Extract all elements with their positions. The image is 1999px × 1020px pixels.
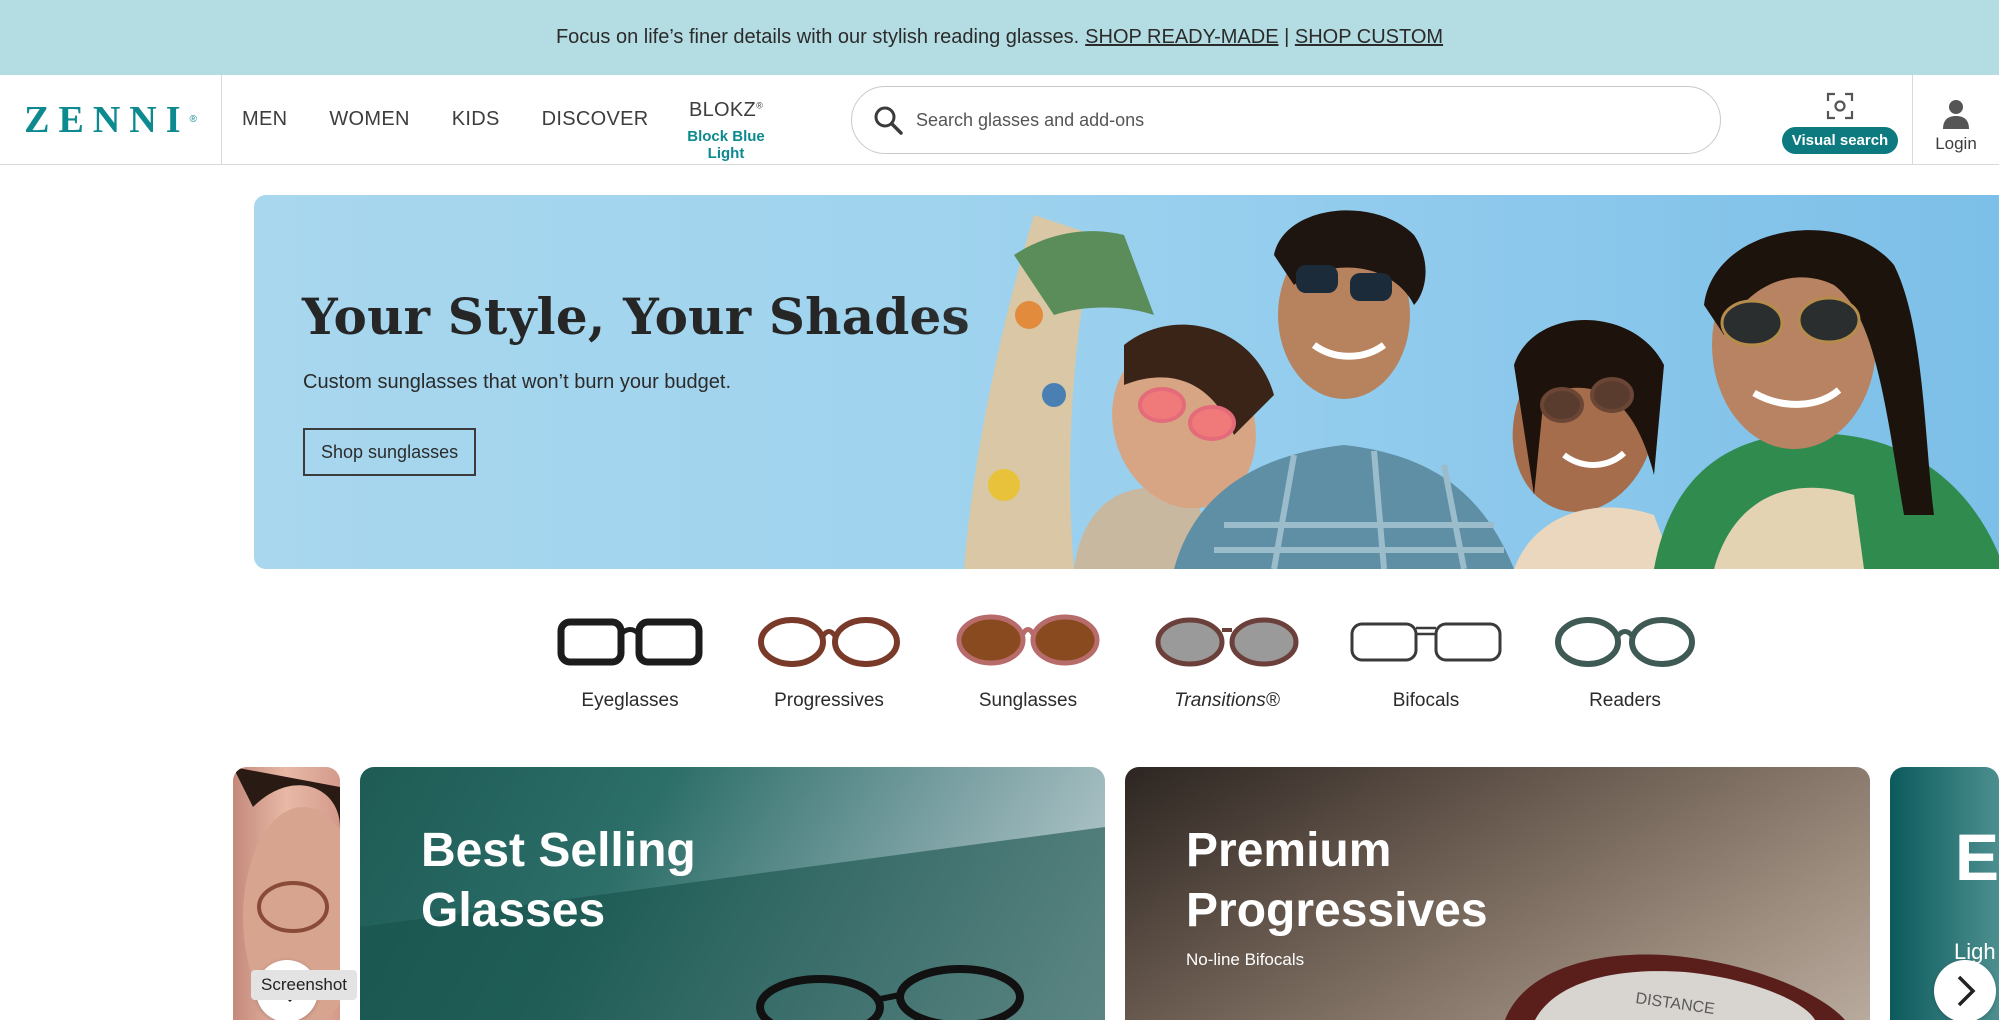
category-label: Readers — [1589, 690, 1661, 711]
visual-search-label: Visual search — [1781, 127, 1899, 154]
main-nav: MEN WOMEN KIDS DISCOVER — [222, 75, 671, 164]
tortoise-glasses-icon — [758, 617, 900, 667]
category-transitions[interactable]: Transitions® — [1147, 612, 1307, 712]
category-eyeglasses[interactable]: Eyeglasses — [550, 612, 710, 712]
eyeglasses-icon — [557, 618, 703, 666]
premium-line2: Progressives — [1186, 884, 1488, 937]
screenshot-tooltip: Screenshot — [251, 970, 357, 1000]
logo-text: ZENNI — [24, 98, 190, 141]
user-icon — [1943, 100, 1969, 129]
category-bifocals[interactable]: Bifocals — [1346, 612, 1506, 712]
login-button[interactable]: Login — [1912, 75, 1999, 164]
sunglasses-icon — [956, 614, 1100, 666]
hero-title: Your Style, Your Shades — [302, 287, 970, 346]
premium-line1: Premium — [1186, 824, 1392, 877]
blokz-subtitle: Block Blue Light — [687, 128, 765, 162]
best-selling-line2: Glasses — [421, 884, 606, 937]
hero-people-photo — [894, 195, 1999, 569]
nav-blokz[interactable]: BLOKZ® Block Blue Light — [670, 99, 782, 162]
category-sunglasses[interactable]: Sunglasses — [948, 612, 1108, 712]
hero-banner: Your Style, Your Shades Custom sunglasse… — [254, 195, 1999, 569]
blokz-title: BLOKZ — [688, 99, 757, 121]
premium-title: Premium Progressives — [1186, 821, 1488, 941]
promo-banner: Focus on life’s finer details with our s… — [0, 0, 1999, 75]
login-label: Login — [1935, 134, 1977, 153]
transitions-glasses-icon — [1155, 617, 1299, 667]
category-label: Transitions® — [1174, 690, 1280, 711]
carousel-next-button[interactable] — [1934, 960, 1996, 1020]
nav-kids[interactable]: KIDS — [452, 108, 500, 131]
nav-discover[interactable]: DISCOVER — [542, 108, 649, 131]
shop-ready-made-link[interactable]: SHOP READY-MADE — [1085, 26, 1278, 48]
promo-text: Focus on life’s finer details with our s… — [555, 26, 1080, 48]
premium-subtitle: No-line Bifocals — [1186, 950, 1305, 969]
nav-women[interactable]: WOMEN — [329, 108, 409, 131]
shop-sunglasses-button[interactable]: Shop sunglasses — [303, 428, 477, 476]
camera-scan-icon — [1826, 92, 1854, 120]
category-label: Sunglasses — [978, 690, 1078, 711]
next-card-title: E — [1955, 820, 1999, 894]
site-header: ZENNI ® MEN WOMEN KIDS DISCOVER BLOKZ® B… — [0, 75, 1999, 165]
blokz-mark: ® — [756, 100, 763, 111]
zenni-logo[interactable]: ZENNI ® — [0, 75, 222, 164]
best-selling-title: Best Selling Glasses — [421, 821, 696, 941]
search-icon — [874, 106, 903, 135]
category-readers[interactable]: Readers — [1545, 612, 1705, 712]
best-selling-line1: Best Selling — [421, 824, 696, 877]
search-input[interactable] — [916, 109, 1676, 131]
category-label: Eyeglasses — [581, 690, 679, 711]
carousel-card-best-selling[interactable]: Best Selling Glasses — [360, 767, 1105, 1020]
carousel-card-premium-progressives[interactable]: DISTANCE Premium Progressives No-line Bi… — [1125, 767, 1870, 1020]
search-bar[interactable] — [851, 86, 1721, 154]
hero-subtitle: Custom sunglasses that won’t burn your b… — [303, 371, 732, 393]
category-progressives[interactable]: Progressives — [749, 612, 909, 712]
shop-custom-link[interactable]: SHOP CUSTOM — [1295, 26, 1443, 48]
category-label: Progressives — [774, 690, 884, 711]
chevron-right-icon — [1957, 975, 1976, 1007]
visual-search-button[interactable]: Visual search — [1780, 91, 1900, 154]
promo-separator: | — [1284, 26, 1290, 48]
logo-mark: ® — [189, 114, 197, 125]
category-label: Bifocals — [1392, 690, 1460, 711]
nav-men[interactable]: MEN — [242, 108, 287, 131]
readers-glasses-icon — [1555, 617, 1695, 667]
bifocals-glasses-icon — [1350, 622, 1502, 662]
